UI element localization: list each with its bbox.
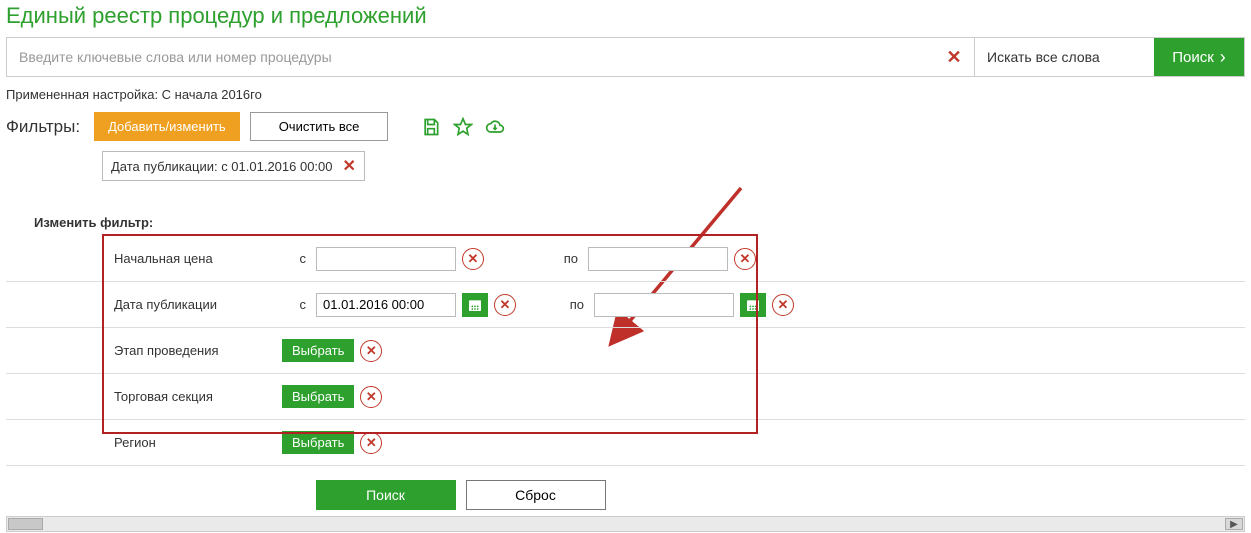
filters-label: Фильтры: <box>6 117 80 137</box>
page-title: Единый реестр процедур и предложений <box>6 3 1245 29</box>
region-select-button[interactable]: Выбрать <box>282 431 354 454</box>
trade-section-select-button[interactable]: Выбрать <box>282 385 354 408</box>
pub-date-label: Дата публикации <box>102 297 282 312</box>
region-label: Регион <box>102 435 282 450</box>
filter-row-start-price: Начальная цена с ✕ по ✕ <box>6 236 1245 282</box>
filter-row-stage: Этап проведения Выбрать ✕ <box>6 328 1245 374</box>
clear-pub-date-to-icon[interactable]: ✕ <box>772 294 794 316</box>
calendar-from-icon[interactable] <box>462 293 488 317</box>
filters-toolbar: Фильтры: Добавить/изменить Очистить все <box>6 112 1245 141</box>
cloud-download-icon[interactable] <box>484 116 506 138</box>
clear-start-price-from-icon[interactable]: ✕ <box>462 248 484 270</box>
search-clear-icon[interactable]: ✕ <box>934 38 974 76</box>
from-label: с <box>282 297 306 312</box>
to-label: по <box>554 251 578 266</box>
active-filter-chip: Дата публикации: с 01.01.2016 00:00 ✕ <box>102 151 365 181</box>
save-icon[interactable] <box>420 116 442 138</box>
scrollbar-thumb[interactable] <box>8 518 43 530</box>
filter-search-button[interactable]: Поиск <box>316 480 456 510</box>
clear-all-filters-button[interactable]: Очистить все <box>250 112 389 141</box>
bottom-button-bar: Поиск Сброс <box>6 480 1245 510</box>
calendar-to-icon[interactable] <box>740 293 766 317</box>
stage-select-button[interactable]: Выбрать <box>282 339 354 362</box>
filter-row-trade-section: Торговая секция Выбрать ✕ <box>6 374 1245 420</box>
clear-region-icon[interactable]: ✕ <box>360 432 382 454</box>
clear-stage-icon[interactable]: ✕ <box>360 340 382 362</box>
search-mode-dropdown[interactable]: Искать все слова <box>974 38 1154 76</box>
horizontal-scrollbar[interactable]: ▶ <box>6 516 1245 532</box>
add-edit-filters-button[interactable]: Добавить/изменить <box>94 112 240 141</box>
search-bar: ✕ Искать все слова Поиск › <box>6 37 1245 77</box>
search-button[interactable]: Поиск › <box>1154 38 1244 76</box>
from-label: с <box>282 251 306 266</box>
change-filter-heading: Изменить фильтр: <box>34 215 1245 230</box>
start-price-to-input[interactable] <box>588 247 728 271</box>
filter-row-region: Регион Выбрать ✕ <box>6 420 1245 466</box>
chevron-right-icon: › <box>1220 48 1226 66</box>
pub-date-from-input[interactable] <box>316 293 456 317</box>
search-input[interactable] <box>7 38 934 76</box>
applied-settings-text: Примененная настройка: С начала 2016го <box>6 87 1245 102</box>
trade-section-label: Торговая секция <box>102 389 282 404</box>
filter-row-pub-date: Дата публикации с ✕ по ✕ <box>6 282 1245 328</box>
filter-reset-button[interactable]: Сброс <box>466 480 606 510</box>
stage-label: Этап проведения <box>102 343 282 358</box>
filter-chip-remove-icon[interactable]: ✕ <box>343 156 356 176</box>
star-icon[interactable] <box>452 116 474 138</box>
to-label: по <box>560 297 584 312</box>
filter-chip-text: Дата публикации: с 01.01.2016 00:00 <box>111 159 333 174</box>
search-button-label: Поиск <box>1172 49 1214 66</box>
pub-date-to-input[interactable] <box>594 293 734 317</box>
clear-start-price-to-icon[interactable]: ✕ <box>734 248 756 270</box>
start-price-label: Начальная цена <box>102 251 282 266</box>
clear-trade-section-icon[interactable]: ✕ <box>360 386 382 408</box>
clear-pub-date-from-icon[interactable]: ✕ <box>494 294 516 316</box>
scrollbar-right-arrow-icon[interactable]: ▶ <box>1225 518 1243 530</box>
start-price-from-input[interactable] <box>316 247 456 271</box>
